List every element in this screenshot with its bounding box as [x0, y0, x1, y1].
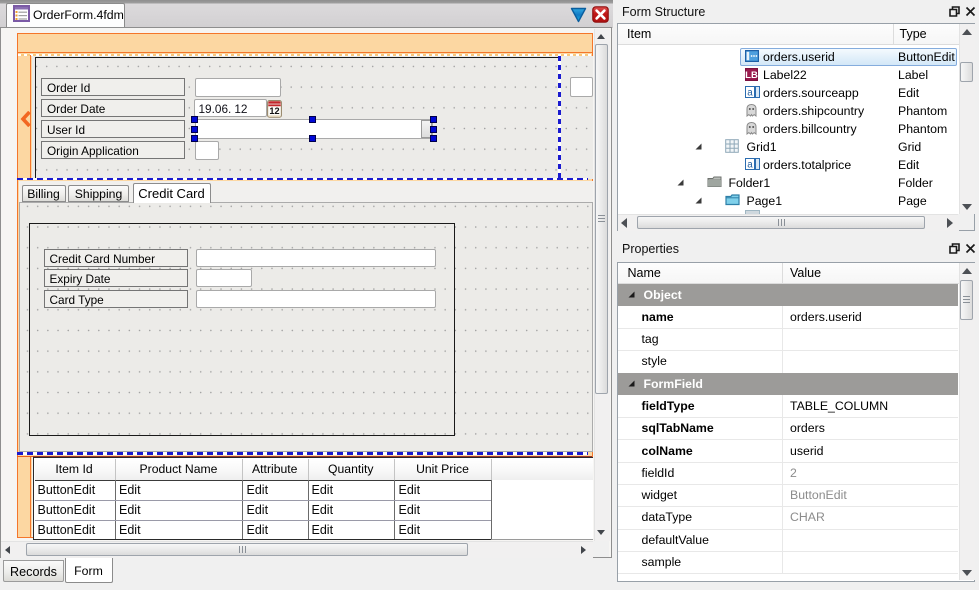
svg-text:a: a — [747, 159, 753, 170]
svg-text:LB: LB — [745, 70, 758, 81]
svg-text:12: 12 — [269, 106, 279, 116]
svg-text:a: a — [747, 87, 753, 98]
